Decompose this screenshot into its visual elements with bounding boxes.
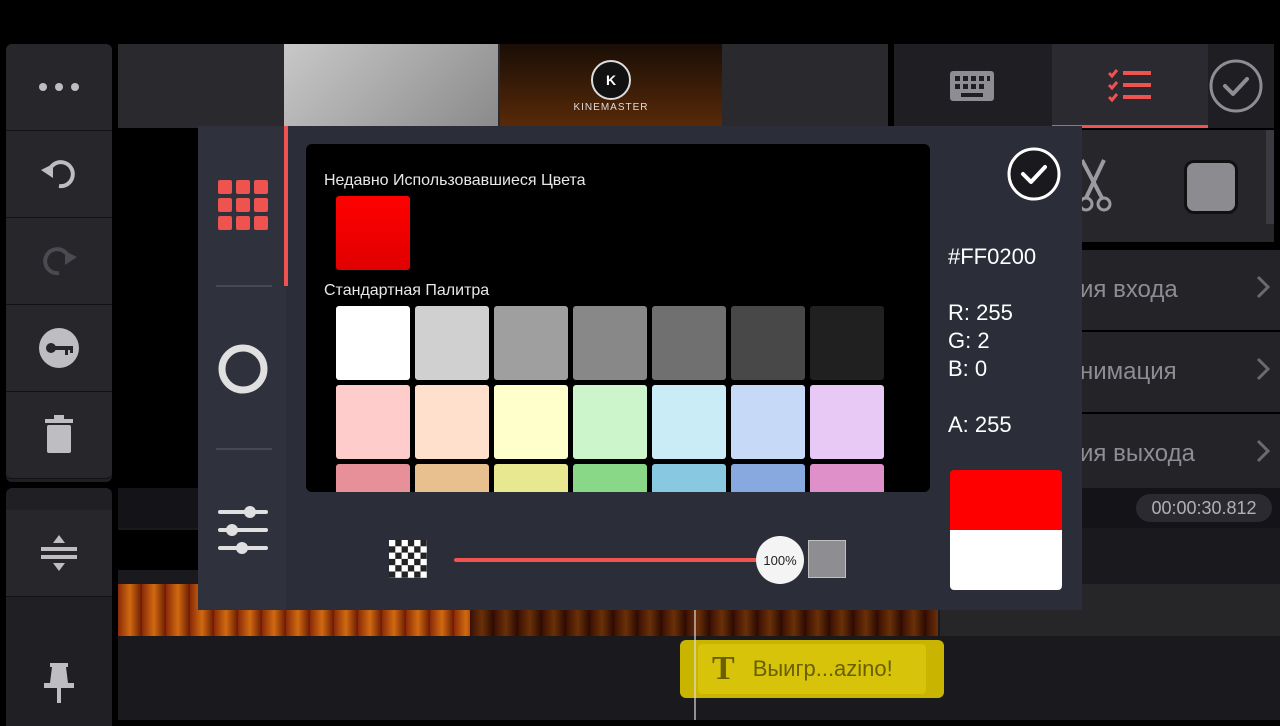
transparent-icon <box>389 540 427 578</box>
more-button[interactable] <box>6 44 112 131</box>
options-tab[interactable] <box>1052 44 1208 128</box>
recent-colors-label: Недавно Использовавшиеся Цвета <box>324 172 586 189</box>
undo-button[interactable] <box>6 131 112 218</box>
palette-swatch[interactable] <box>731 306 805 380</box>
palette-swatch[interactable] <box>573 464 647 492</box>
palette-tab[interactable] <box>216 178 270 232</box>
text-clip-label: Выигр...azino! <box>752 656 893 681</box>
opaque-icon <box>808 540 846 578</box>
text-clip-inner: T Выигр...azino! <box>698 644 926 694</box>
sliders-icon <box>218 506 268 554</box>
palette-swatch[interactable] <box>573 385 647 459</box>
trash-icon <box>45 415 73 453</box>
time-text: 00:00:30.812 <box>1151 497 1257 518</box>
hex-value: #FF0200 <box>948 244 1037 269</box>
chevron-right-icon <box>1256 439 1271 470</box>
grid-icon <box>218 180 268 230</box>
redo-button[interactable] <box>6 218 112 305</box>
kinemaster-logo-text: KINEMASTER <box>573 101 649 113</box>
palette-swatch[interactable] <box>810 464 884 492</box>
blue-value: B: 0 <box>948 356 988 381</box>
color-preview <box>950 470 1062 590</box>
palette-panel: Недавно Использовавшиеся Цвета Стандартн… <box>306 144 930 492</box>
color-tool[interactable] <box>1184 160 1238 214</box>
palette-swatch[interactable] <box>415 385 489 459</box>
new-color-preview <box>950 470 1062 530</box>
alpha-value: A: 255 <box>948 412 1012 437</box>
redo-icon <box>43 247 77 276</box>
palette-swatch[interactable] <box>494 306 568 380</box>
sidebar-divider <box>216 448 272 450</box>
right-panel-item-label: нимация <box>1080 358 1177 385</box>
keyboard-icon <box>950 71 994 101</box>
sliders-tab[interactable] <box>216 504 270 558</box>
kinemaster-logo-icon: K <box>591 59 631 100</box>
right-panel-item-out-animation[interactable]: ия выхода <box>1070 414 1280 494</box>
right-panel-item-animation[interactable]: нимация <box>1070 332 1280 412</box>
palette-swatch[interactable] <box>494 385 568 459</box>
opacity-value-label: 100% <box>763 552 797 568</box>
green-value: G: 2 <box>948 328 990 353</box>
expand-vertical-icon <box>41 535 77 571</box>
palette-swatch[interactable] <box>731 385 805 459</box>
palette-swatch[interactable] <box>810 306 884 380</box>
right-panel-item-label: ия входа <box>1080 276 1178 303</box>
opacity-slider-track <box>454 558 780 562</box>
standard-palette-label: Стандартная Палитра <box>324 282 490 299</box>
wheel-tab[interactable] <box>216 342 270 396</box>
palette-swatch[interactable] <box>810 385 884 459</box>
dialog-confirm-button[interactable] <box>1006 146 1062 202</box>
preview-thumb-logo: K KINEMASTER <box>500 44 722 128</box>
scissors-icon <box>1078 159 1112 212</box>
right-panel-divider <box>1266 130 1274 224</box>
delete-button[interactable] <box>6 392 112 479</box>
palette-swatch[interactable] <box>336 464 410 492</box>
key-icon <box>39 328 79 368</box>
expand-timeline-button[interactable] <box>6 510 112 597</box>
split-tool[interactable] <box>1078 150 1120 220</box>
palette-swatch[interactable] <box>415 464 489 492</box>
right-panel-item-label: ия выхода <box>1080 440 1195 467</box>
text-T-icon: T <box>712 650 735 687</box>
pin-icon <box>44 663 74 703</box>
active-tab-indicator <box>284 126 288 286</box>
key-button[interactable] <box>6 305 112 392</box>
old-color-preview <box>950 530 1062 590</box>
palette-swatch[interactable] <box>731 464 805 492</box>
red-value: R: 255 <box>948 300 1013 325</box>
pin-button[interactable] <box>6 640 112 726</box>
undo-icon <box>41 160 75 189</box>
ring-icon <box>218 344 268 394</box>
checklist-icon <box>1107 68 1151 102</box>
palette-swatch[interactable] <box>415 306 489 380</box>
palette-swatch[interactable] <box>494 464 568 492</box>
time-display: 00:00:30.812 <box>1136 494 1272 522</box>
text-clip[interactable]: T Выигр...azino! <box>680 640 944 698</box>
recent-color-swatch[interactable] <box>336 196 410 270</box>
palette-swatch[interactable] <box>652 385 726 459</box>
sidebar-divider <box>216 285 272 287</box>
palette-swatch[interactable] <box>652 464 726 492</box>
check-circle-icon <box>1209 59 1263 113</box>
check-circle-icon <box>1007 147 1061 201</box>
chevron-right-icon <box>1256 357 1271 388</box>
preview-thumb-gray <box>284 44 498 128</box>
right-panel-item-in-animation[interactable]: ия входа <box>1070 250 1280 330</box>
palette-swatch[interactable] <box>336 306 410 380</box>
keyboard-tab[interactable] <box>894 44 1050 128</box>
palette-swatch[interactable] <box>573 306 647 380</box>
palette-swatch[interactable] <box>652 306 726 380</box>
opacity-slider[interactable]: 100% <box>454 536 804 584</box>
top-confirm-button[interactable] <box>1208 58 1264 114</box>
more-dots-icon <box>39 83 79 91</box>
opacity-slider-thumb[interactable]: 100% <box>756 536 804 584</box>
palette-swatch[interactable] <box>336 385 410 459</box>
chevron-right-icon <box>1256 275 1271 306</box>
